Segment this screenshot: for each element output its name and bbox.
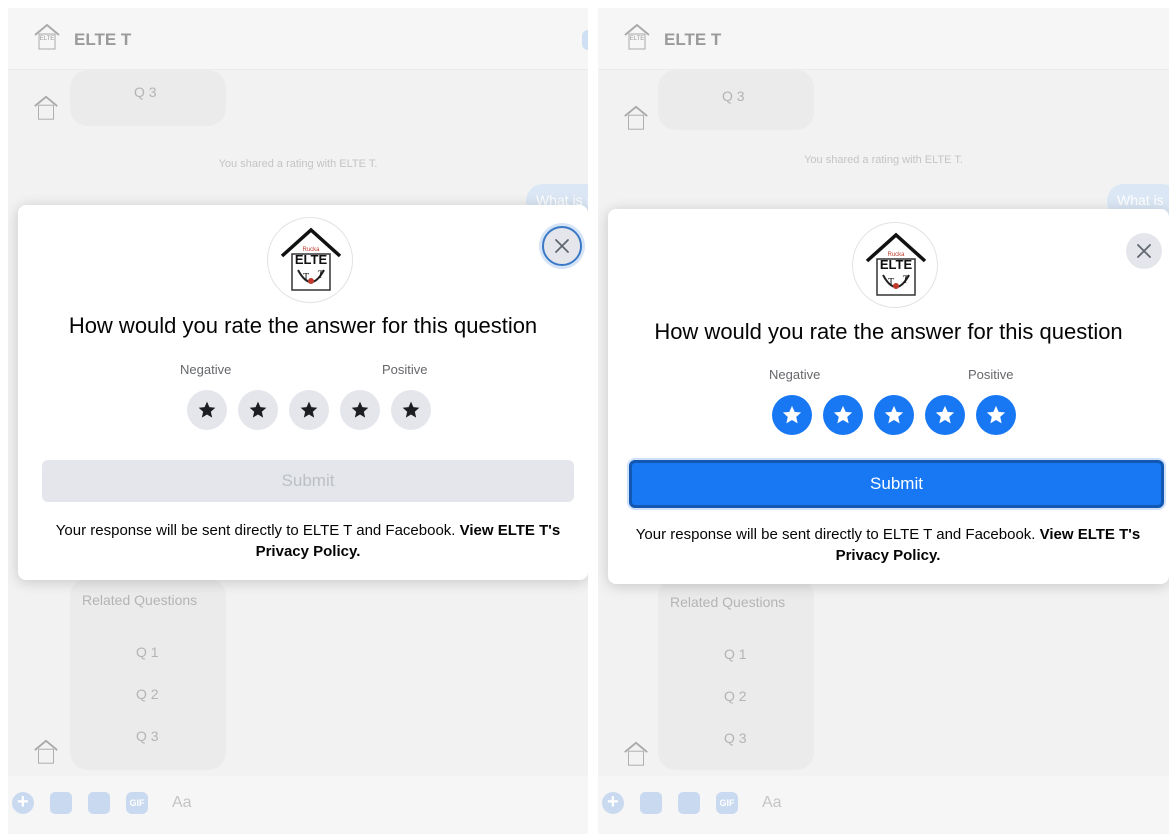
shared-rating-note: You shared a rating with ELTE T. (804, 154, 963, 166)
star-2-button[interactable] (823, 395, 863, 435)
submit-button[interactable]: Submit (629, 460, 1164, 508)
rating-question: How would you rate the answer for this q… (654, 319, 1123, 344)
plus-icon[interactable] (12, 791, 34, 814)
message-composer: GIF Aa (598, 776, 1169, 834)
chat-header: ELTE ELTE T (8, 8, 588, 70)
related-header: Related Questions (82, 592, 198, 608)
star-icon (833, 405, 853, 424)
related-header: Related Questions (670, 594, 786, 610)
star-1-button[interactable] (187, 390, 227, 430)
star-rating (187, 390, 431, 430)
sender-avatar (624, 741, 648, 766)
star-icon (249, 401, 267, 418)
related-item-q3[interactable]: Q 3 (724, 730, 747, 746)
star-icon (351, 401, 369, 418)
star-icon (300, 401, 318, 418)
privacy-note-text: Your response will be sent directly to E… (55, 522, 456, 539)
star-1-button[interactable] (772, 395, 812, 435)
svg-text:ELTE: ELTE (630, 36, 645, 42)
scale-negative-label: Negative (180, 362, 232, 377)
page-logo: Rucka ELTE T T (267, 217, 353, 303)
chat-header: ELTE ELTE T (598, 8, 1169, 70)
related-item-q1[interactable]: Q 1 (724, 646, 747, 662)
star-icon (884, 405, 904, 424)
star-2-button[interactable] (238, 390, 278, 430)
shared-rating-note: You shared a rating with ELTE T. (218, 158, 378, 170)
close-button[interactable] (542, 226, 582, 266)
gif-icon[interactable]: GIF (126, 792, 148, 814)
close-button[interactable] (1126, 233, 1162, 269)
svg-text:ELTE: ELTE (40, 36, 55, 42)
photo-icon[interactable] (640, 792, 662, 814)
message-input[interactable]: Aa (762, 794, 782, 812)
star-5-button[interactable] (976, 395, 1016, 435)
sender-avatar (34, 95, 58, 120)
star-5-button[interactable] (391, 390, 431, 430)
related-questions-card: Related Questions Q 1 Q 2 Q 3 (70, 578, 226, 770)
rating-dialog: Rucka ELTE T T How would you rate the an… (608, 209, 1169, 584)
screenshot-before-rating: ELTE ELTE T Q 3 You shared a rating with… (8, 8, 588, 834)
page-avatar: ELTE (624, 23, 650, 50)
header-action[interactable] (582, 30, 588, 50)
star-3-button[interactable] (289, 390, 329, 430)
svg-text:ELTE: ELTE (295, 252, 328, 267)
related-item-q1[interactable]: Q 1 (136, 644, 159, 660)
scale-positive-label: Positive (968, 367, 1014, 382)
star-icon (198, 401, 216, 418)
star-rating (772, 395, 1016, 435)
rating-question: How would you rate the answer for this q… (68, 313, 538, 338)
gif-icon[interactable]: GIF (716, 792, 738, 814)
photo-icon[interactable] (50, 792, 72, 814)
message-bubble: Q 3 (70, 70, 226, 126)
sender-avatar (34, 739, 58, 764)
chat-title: ELTE T (664, 30, 722, 49)
star-icon (402, 401, 420, 418)
rating-dialog: Rucka ELTE T T How would you rate the an… (18, 205, 588, 580)
star-4-button[interactable] (925, 395, 965, 435)
elte-t-logo: Rucka ELTE T T (865, 232, 927, 296)
message-input[interactable]: Aa (172, 794, 192, 812)
bubble-text: Q 3 (134, 84, 157, 100)
svg-text:ELTE: ELTE (880, 257, 913, 272)
plus-icon[interactable] (602, 791, 624, 814)
elte-t-logo: Rucka ELTE T T (280, 227, 342, 291)
star-4-button[interactable] (340, 390, 380, 430)
sender-avatar (624, 105, 648, 130)
screenshot-after-rating: ELTE ELTE T Q 3 You shared a rating with… (598, 8, 1169, 834)
outgoing-text: What is (1117, 192, 1164, 208)
related-item-q2[interactable]: Q 2 (724, 688, 747, 704)
star-icon (935, 405, 955, 424)
privacy-note: Your response will be sent directly to E… (48, 520, 568, 562)
star-icon (782, 405, 802, 424)
page-avatar: ELTE (33, 23, 61, 51)
close-icon (555, 239, 569, 253)
message-bubble: Q 3 (658, 70, 814, 130)
page-logo: Rucka ELTE T T (852, 222, 938, 308)
privacy-note-text: Your response will be sent directly to E… (635, 526, 1036, 543)
close-icon (1137, 244, 1151, 258)
scale-positive-label: Positive (382, 362, 428, 377)
message-composer: GIF Aa (8, 776, 588, 834)
submit-button-disabled[interactable]: Submit (42, 460, 574, 502)
privacy-note: Your response will be sent directly to E… (628, 524, 1148, 566)
star-3-button[interactable] (874, 395, 914, 435)
sticker-icon[interactable] (88, 792, 110, 814)
chat-title: ELTE T (74, 30, 132, 49)
star-icon (986, 405, 1006, 424)
related-item-q3[interactable]: Q 3 (136, 728, 159, 744)
sticker-icon[interactable] (678, 792, 700, 814)
bubble-text: Q 3 (722, 88, 745, 104)
scale-negative-label: Negative (769, 367, 821, 382)
related-item-q2[interactable]: Q 2 (136, 686, 159, 702)
related-questions-card: Related Questions Q 1 Q 2 Q 3 (658, 578, 814, 770)
